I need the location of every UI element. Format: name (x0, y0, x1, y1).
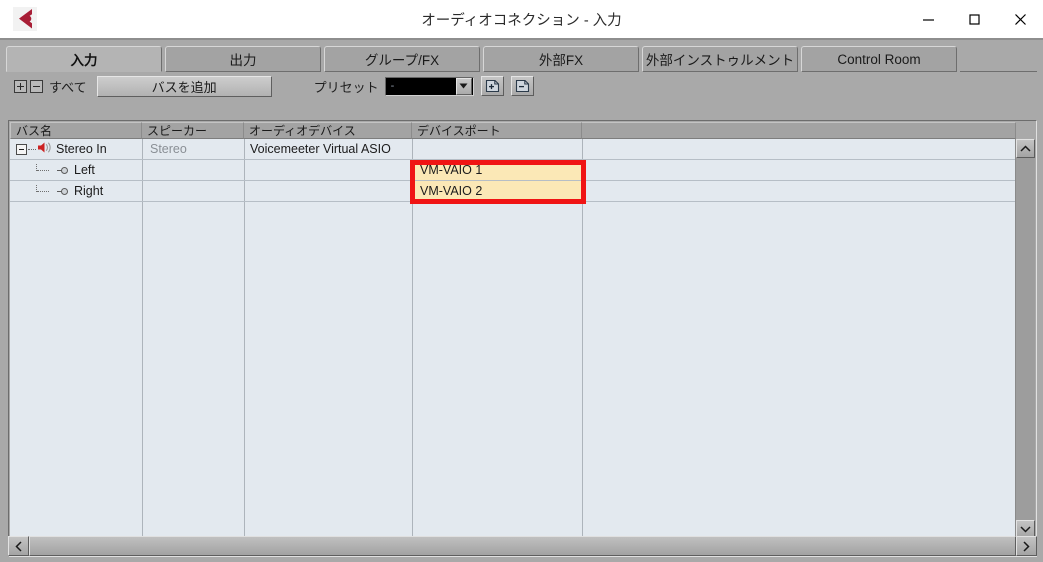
tab-external-instrument[interactable]: 外部インストゥルメント (642, 46, 798, 72)
audio-device-cell[interactable]: Voicemeeter Virtual ASIO (245, 139, 412, 159)
all-label: すべて (49, 79, 87, 95)
port-connector-icon (61, 166, 68, 174)
toolbar: すべて バスを追加 プリセット - (6, 72, 1037, 100)
horizontal-scrollbar[interactable] (8, 536, 1037, 556)
remove-preset-button[interactable] (510, 76, 534, 96)
tab-control-room-label: Control Room (837, 51, 921, 67)
speaker-icon (37, 141, 52, 157)
vertical-scroll-track[interactable] (1016, 158, 1035, 520)
tab-input-label: 入力 (70, 53, 98, 68)
preset-value: - (390, 80, 395, 92)
tab-external-fx-label: 外部FX (538, 53, 584, 68)
channel-name-cell[interactable]: Right (10, 181, 142, 201)
preset-label: プリセット (313, 79, 379, 95)
table-row[interactable]: Left VM-VAIO 1 (10, 160, 1016, 181)
channel-name-label: Right (74, 184, 104, 198)
table-row[interactable]: Right VM-VAIO 2 (10, 181, 1016, 202)
device-port-cell[interactable] (413, 139, 582, 159)
window-controls (905, 0, 1043, 38)
vertical-scrollbar[interactable] (1015, 139, 1035, 539)
tab-group-fx[interactable]: グループ/FX (324, 46, 480, 72)
minimize-button[interactable] (905, 0, 951, 38)
collapse-all-icon[interactable] (30, 79, 43, 93)
title-bar: オーディオコネクション - 入力 (0, 0, 1043, 38)
close-button[interactable] (997, 0, 1043, 38)
speaker-config-cell[interactable]: Stereo (143, 139, 244, 159)
device-port-cell[interactable]: VM-VAIO 1 (413, 160, 582, 180)
audio-device-cell[interactable] (245, 181, 412, 201)
dialog-body: 入力 出力 グループ/FX 外部FX 外部インストゥルメント Control R… (0, 38, 1043, 562)
table-body: Stereo In Stereo Voicemeeter Virtual ASI… (10, 139, 1016, 539)
store-preset-button[interactable] (480, 76, 504, 96)
tab-external-instrument-label: 外部インストゥルメント (645, 53, 795, 68)
audio-device-cell[interactable] (245, 160, 412, 180)
column-header-audio-device[interactable]: オーディオデバイス (244, 122, 412, 139)
column-header-bus-name[interactable]: バス名 (10, 122, 142, 139)
expand-all-icon[interactable] (14, 79, 27, 93)
speaker-config-cell[interactable] (143, 160, 244, 180)
column-header-speaker[interactable]: スピーカー (142, 122, 244, 139)
table-header-row: バス名 スピーカー オーディオデバイス デバイスポート (10, 122, 1016, 139)
table-row[interactable]: Stereo In Stereo Voicemeeter Virtual ASI… (10, 139, 1016, 160)
channel-name-label: Left (74, 163, 95, 177)
tab-input[interactable]: 入力 (6, 46, 162, 72)
add-bus-button[interactable]: バスを追加 (96, 75, 272, 97)
port-connector-icon (61, 187, 68, 195)
bus-name-cell[interactable]: Stereo In (10, 139, 142, 159)
tab-strip: 入力 出力 グループ/FX 外部FX 外部インストゥルメント Control R… (6, 46, 1037, 72)
connections-table: バス名 スピーカー オーディオデバイス デバイスポート Stereo In St… (8, 120, 1037, 557)
bus-name-label: Stereo In (56, 142, 107, 156)
tab-external-fx[interactable]: 外部FX (483, 46, 639, 72)
tab-strip-filler (960, 46, 1037, 72)
window-title: オーディオコネクション - 入力 (421, 13, 622, 29)
chevron-down-icon[interactable] (455, 77, 472, 95)
tab-output-label: 出力 (229, 53, 257, 68)
minus-box-icon[interactable] (16, 143, 27, 155)
maximize-button[interactable] (951, 0, 997, 38)
column-header-device-port[interactable]: デバイスポート (412, 122, 582, 139)
scroll-right-button[interactable] (1016, 536, 1037, 556)
tab-group-fx-label: グループ/FX (364, 53, 440, 68)
tree-branch-icon (36, 185, 58, 197)
horizontal-scroll-thumb[interactable] (29, 536, 1016, 556)
scroll-left-button[interactable] (8, 536, 29, 556)
tree-branch-icon (36, 164, 58, 176)
column-header-extra[interactable] (582, 122, 1016, 139)
device-port-cell[interactable]: VM-VAIO 2 (413, 181, 582, 201)
audio-connections-window: オーディオコネクション - 入力 入力 出力 グループ/FX 外部FX 外部イン… (0, 0, 1043, 562)
tab-output[interactable]: 出力 (165, 46, 321, 72)
add-bus-label: バスを追加 (151, 79, 217, 95)
scroll-up-button[interactable] (1016, 139, 1035, 158)
horizontal-scroll-track[interactable] (29, 536, 1016, 556)
preset-dropdown[interactable]: - (384, 76, 474, 96)
speaker-config-cell[interactable] (143, 181, 244, 201)
channel-name-cell[interactable]: Left (10, 160, 142, 180)
tree-connector (28, 148, 36, 150)
tab-control-room[interactable]: Control Room (801, 46, 957, 72)
